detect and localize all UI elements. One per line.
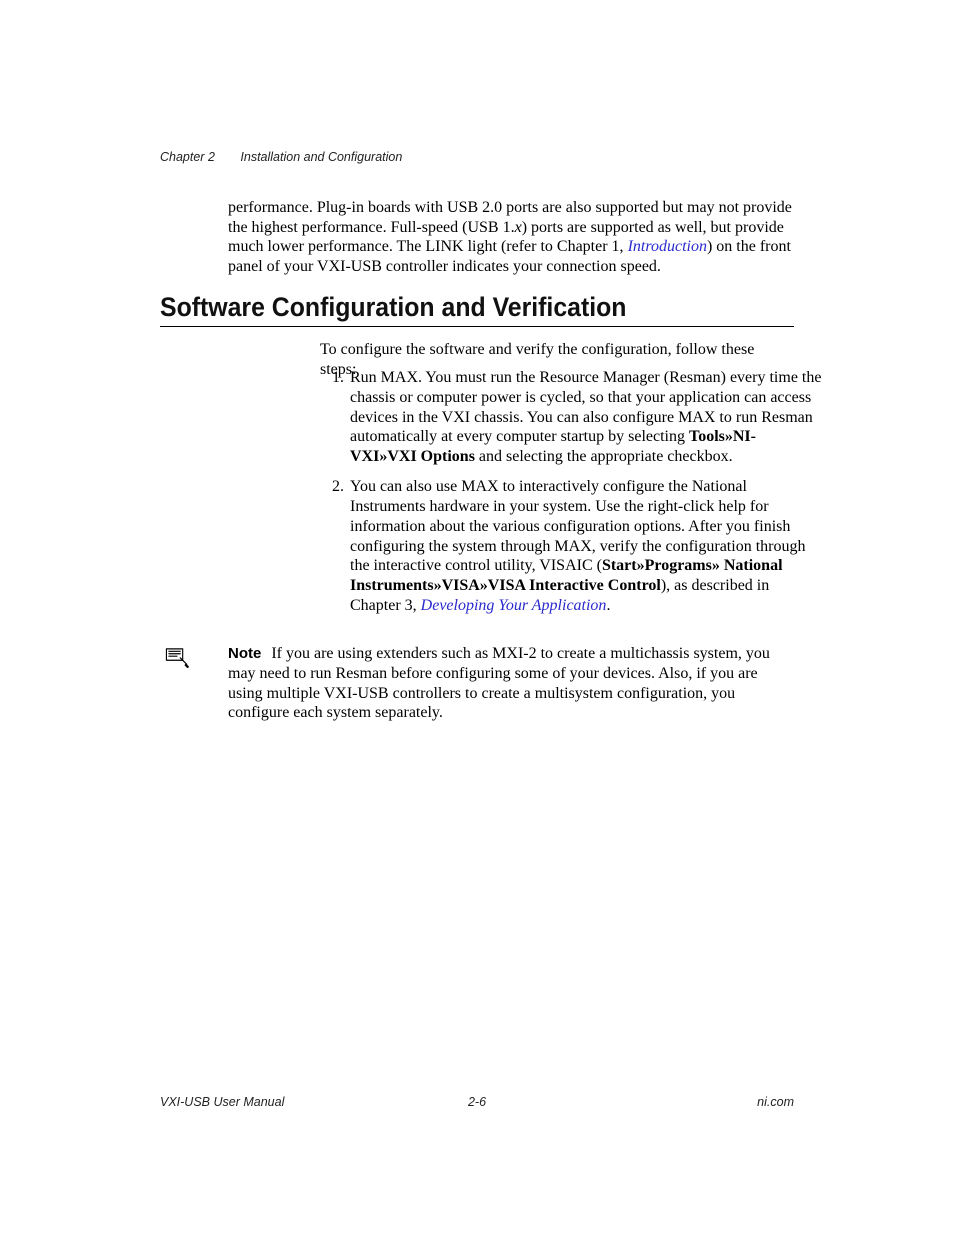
intro-usb-x: x xyxy=(515,219,522,236)
section-heading: Software Configuration and Verification xyxy=(160,292,626,323)
developing-application-link[interactable]: Developing Your Application xyxy=(421,597,607,614)
section-rule xyxy=(160,326,794,327)
chapter-label: Chapter 2 xyxy=(160,150,215,164)
footer-site: ni.com xyxy=(757,1095,794,1109)
introduction-link[interactable]: Introduction xyxy=(628,238,707,255)
note-icon xyxy=(164,646,190,668)
note-body: If you are using extenders such as MXI-2… xyxy=(228,645,770,721)
step-1-text-b: and selecting the appropriate checkbox. xyxy=(475,448,733,465)
footer-page-number: 2-6 xyxy=(160,1095,794,1109)
note-label: Note xyxy=(228,645,261,662)
chapter-title: Installation and Configuration xyxy=(240,150,402,164)
note-text: NoteIf you are using extenders such as M… xyxy=(228,644,794,723)
step-1: Run MAX. You must run the Resource Manag… xyxy=(348,368,822,467)
running-header: Chapter 2 Installation and Configuration xyxy=(160,150,402,164)
page: Chapter 2 Installation and Configuration… xyxy=(0,0,954,1235)
step-2: You can also use MAX to interactively co… xyxy=(348,477,822,616)
note-block: NoteIf you are using extenders such as M… xyxy=(160,644,794,723)
step-2-text-c: . xyxy=(606,597,610,614)
intro-paragraph: performance. Plug-in boards with USB 2.0… xyxy=(228,198,794,276)
steps-list: Run MAX. You must run the Resource Manag… xyxy=(320,368,822,626)
